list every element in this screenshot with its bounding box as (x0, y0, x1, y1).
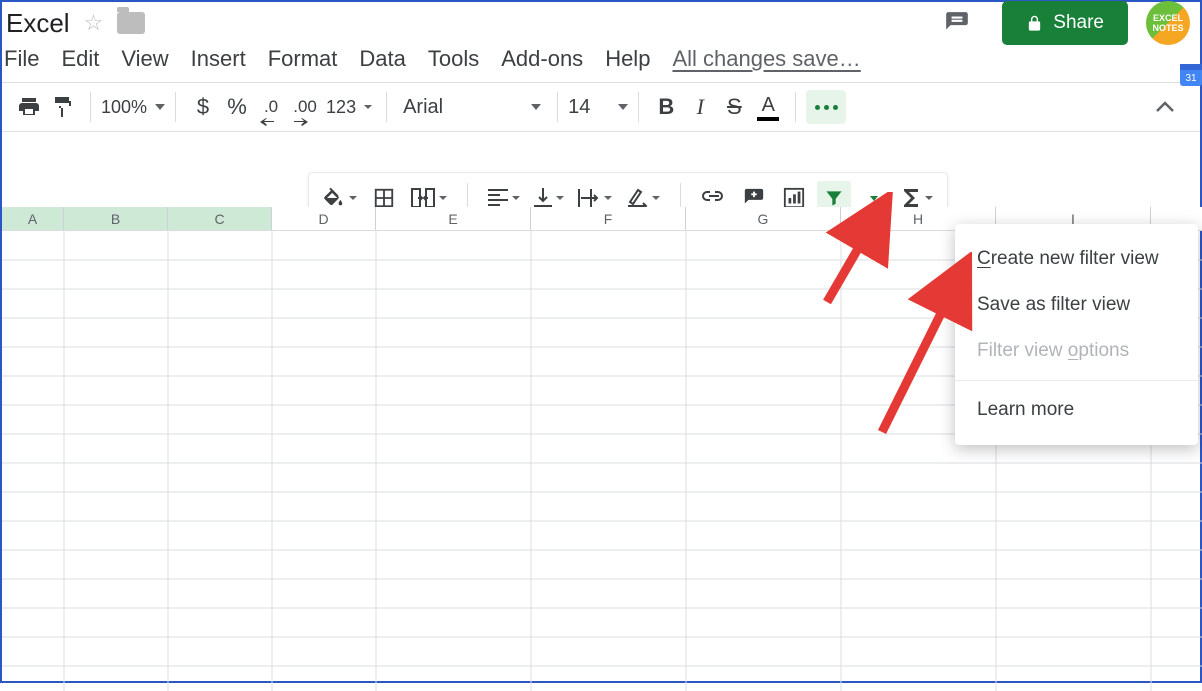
share-label: Share (1053, 12, 1104, 34)
borders-icon (373, 187, 395, 209)
merge-icon (411, 188, 435, 208)
column-header-F[interactable]: F (531, 207, 686, 230)
chevron-down-icon (512, 196, 520, 200)
star-icon[interactable]: ☆ (84, 10, 104, 36)
arrow-right-icon (294, 118, 308, 126)
paint-format-button[interactable] (46, 90, 80, 124)
filter-views-menu: Create new filter view Save as filter vi… (955, 224, 1198, 445)
print-icon (17, 95, 41, 119)
chevron-up-icon (1156, 101, 1174, 113)
increase-decimal-button[interactable]: .00 (288, 90, 322, 124)
chevron-down-icon (364, 105, 372, 109)
toolbar-primary: 100% $ % .0 .00 123 Arial 14 B I S A (2, 82, 1200, 132)
font-select[interactable]: Arial (397, 96, 547, 119)
menu-format[interactable]: Format (268, 46, 338, 72)
folder-icon[interactable] (117, 12, 145, 34)
column-header-C[interactable]: C (168, 207, 272, 230)
comments-button[interactable] (940, 8, 974, 38)
align-left-icon (488, 189, 508, 207)
more-formats-button[interactable]: 123 (322, 90, 376, 124)
svg-text:31: 31 (1185, 73, 1197, 84)
column-header-G[interactable]: G (686, 207, 841, 230)
bold-button[interactable]: B (649, 90, 683, 124)
column-header-D[interactable]: D (272, 207, 376, 230)
column-header-A[interactable]: A (2, 207, 64, 230)
menu-item-save-as-filter-view[interactable]: Save as filter view (955, 282, 1198, 328)
format-currency-button[interactable]: $ (186, 90, 220, 124)
chevron-down-icon (652, 196, 660, 200)
calendar-icon[interactable]: 31 (1180, 60, 1202, 86)
menu-item-create-new-filter-view[interactable]: Create new filter view (955, 236, 1198, 282)
paint-roller-icon (51, 95, 75, 119)
menu-data[interactable]: Data (359, 46, 405, 72)
font-size-select[interactable]: 14 (568, 96, 628, 119)
chevron-down-icon (439, 196, 447, 200)
chart-icon (783, 187, 805, 209)
menu-tools[interactable]: Tools (428, 46, 479, 72)
comment-icon (943, 10, 971, 36)
strikethrough-button[interactable]: S (717, 90, 751, 124)
link-icon (702, 191, 726, 205)
wrap-overflow-icon (578, 189, 600, 207)
menu-edit[interactable]: Edit (61, 46, 99, 72)
doc-title[interactable]: Excel (6, 8, 70, 39)
column-header-E[interactable]: E (376, 207, 531, 230)
chevron-down-icon (155, 104, 165, 110)
save-status[interactable]: All changes save… (672, 46, 860, 72)
collapse-toolbar-button[interactable] (1148, 90, 1182, 124)
zoom-select[interactable]: 100% (101, 97, 165, 118)
menu-addons[interactable]: Add-ons (501, 46, 583, 72)
chevron-down-icon (531, 104, 541, 110)
comment-plus-icon (743, 187, 765, 209)
lock-icon (1026, 14, 1043, 33)
paint-bucket-icon (323, 187, 345, 209)
chevron-down-icon (870, 196, 878, 201)
decrease-decimal-button[interactable]: .0 (254, 90, 288, 124)
menu-bar: File Edit View Insert Format Data Tools … (2, 42, 1200, 82)
avatar[interactable]: EXCEL NOTES (1146, 1, 1190, 45)
more-tools-button[interactable] (806, 90, 846, 124)
format-percent-button[interactable]: % (220, 90, 254, 124)
sigma-icon (901, 187, 921, 209)
column-header-B[interactable]: B (64, 207, 168, 230)
menu-item-filter-view-options: Filter view options (955, 328, 1198, 374)
chevron-down-icon (556, 196, 564, 200)
chevron-down-icon (604, 196, 612, 200)
italic-button[interactable]: I (683, 90, 717, 124)
rotation-icon (626, 188, 648, 208)
filter-icon (824, 188, 844, 208)
text-color-button[interactable]: A (751, 90, 785, 124)
menu-file[interactable]: File (4, 46, 39, 72)
menu-item-learn-more[interactable]: Learn more (955, 387, 1198, 433)
title-bar: Excel ☆ Share EXCEL NOTES (2, 2, 1200, 42)
share-button[interactable]: Share (1002, 1, 1128, 45)
menu-insert[interactable]: Insert (191, 46, 246, 72)
print-button[interactable] (12, 90, 46, 124)
chevron-down-icon (925, 196, 933, 200)
color-swatch (757, 117, 779, 121)
arrow-left-icon (260, 118, 274, 126)
align-bottom-icon (534, 188, 552, 208)
menu-help[interactable]: Help (605, 46, 650, 72)
menu-view[interactable]: View (121, 46, 168, 72)
chevron-down-icon (349, 196, 357, 200)
chevron-down-icon (618, 104, 628, 110)
